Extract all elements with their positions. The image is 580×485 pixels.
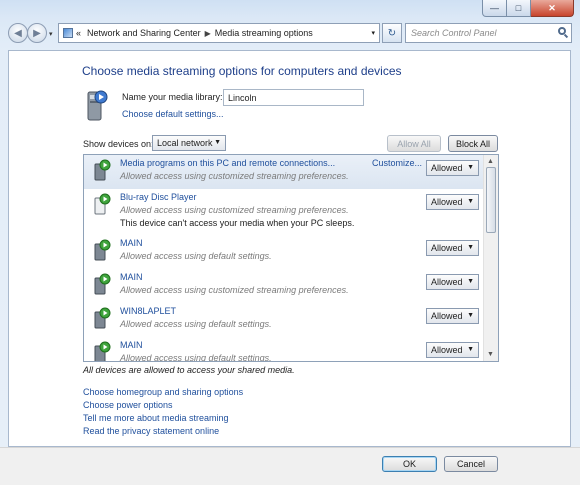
device-row[interactable]: Media programs on this PC and remote con… bbox=[84, 155, 485, 189]
homegroup-sharing-link[interactable]: Choose homegroup and sharing options bbox=[83, 387, 243, 397]
device-row[interactable]: MAIN Allowed access using customized str… bbox=[84, 269, 485, 303]
pc-device-icon bbox=[94, 341, 111, 361]
close-button[interactable]: ✕ bbox=[531, 0, 574, 17]
device-status: Allowed access using customized streamin… bbox=[120, 285, 349, 295]
pc-device-icon bbox=[94, 273, 111, 295]
device-access-value: Allowed bbox=[431, 311, 463, 321]
chevron-down-icon: ▼ bbox=[467, 346, 474, 353]
device-name[interactable]: WIN8LAPLET bbox=[120, 306, 176, 316]
library-name-label: Name your media library: bbox=[122, 92, 223, 102]
chevron-down-icon: ▼ bbox=[467, 244, 474, 251]
address-bar[interactable]: « Network and Sharing Center ▶ Media str… bbox=[58, 23, 380, 43]
media-device-icon bbox=[94, 159, 111, 181]
chevron-down-icon: ▼ bbox=[214, 139, 221, 146]
recent-pages-dropdown[interactable]: ▾ bbox=[49, 30, 53, 38]
ok-button[interactable]: OK bbox=[382, 456, 437, 472]
device-row[interactable]: Blu-ray Disc Player Allowed access using… bbox=[84, 189, 485, 235]
choose-default-settings-link[interactable]: Choose default settings... bbox=[122, 109, 224, 119]
chevron-down-icon: ▼ bbox=[467, 278, 474, 285]
block-all-button[interactable]: Block All bbox=[448, 135, 498, 152]
breadcrumb-media-streaming[interactable]: Media streaming options bbox=[215, 28, 313, 38]
scroll-up-icon[interactable]: ▲ bbox=[487, 158, 494, 165]
media-library-icon bbox=[87, 90, 108, 121]
show-devices-label: Show devices on: bbox=[83, 139, 154, 149]
device-status: Allowed access using default settings. bbox=[120, 319, 272, 329]
device-list-scrollbar[interactable]: ▲ ▼ bbox=[483, 155, 498, 361]
bluray-device-icon bbox=[94, 193, 111, 215]
device-access-value: Allowed bbox=[431, 277, 463, 287]
device-status: Allowed access using customized streamin… bbox=[120, 171, 349, 181]
search-placeholder: Search Control Panel bbox=[411, 28, 497, 38]
control-panel-icon bbox=[63, 28, 73, 38]
forward-button[interactable]: ▶ bbox=[27, 23, 47, 43]
device-access-value: Allowed bbox=[431, 345, 463, 355]
device-status: Allowed access using customized streamin… bbox=[120, 205, 349, 215]
device-access-select[interactable]: Allowed ▼ bbox=[426, 342, 479, 358]
show-devices-select[interactable]: Local network ▼ bbox=[152, 135, 226, 151]
show-devices-value: Local network bbox=[157, 138, 213, 148]
pc-device-icon bbox=[94, 307, 111, 329]
search-input[interactable]: Search Control Panel bbox=[405, 23, 572, 43]
allow-all-button[interactable]: Allow All bbox=[387, 135, 441, 152]
media-streaming-window: — □ ✕ ◀ ▶ ▾ « Network and Sharing Center… bbox=[0, 0, 580, 485]
device-name[interactable]: MAIN bbox=[120, 238, 143, 248]
search-icon[interactable] bbox=[558, 27, 566, 35]
device-row[interactable]: MAIN Allowed access using default settin… bbox=[84, 337, 485, 362]
device-list: Media programs on this PC and remote con… bbox=[83, 154, 499, 362]
scrollbar-thumb[interactable] bbox=[486, 167, 496, 233]
access-summary: All devices are allowed to access your s… bbox=[83, 365, 295, 375]
media-streaming-help-link[interactable]: Tell me more about media streaming bbox=[83, 413, 229, 423]
refresh-button[interactable]: ↻ bbox=[382, 23, 402, 43]
page-title: Choose media streaming options for compu… bbox=[82, 64, 402, 78]
maximize-button[interactable]: □ bbox=[507, 0, 531, 17]
caption-buttons: — □ ✕ bbox=[482, 0, 574, 17]
chevron-down-icon: ▼ bbox=[467, 198, 474, 205]
device-access-select[interactable]: Allowed ▼ bbox=[426, 194, 479, 210]
minimize-button[interactable]: — bbox=[482, 0, 507, 17]
breadcrumb-network-sharing[interactable]: Network and Sharing Center bbox=[87, 28, 201, 38]
chevron-down-icon: ▼ bbox=[467, 164, 474, 171]
device-name[interactable]: Media programs on this PC and remote con… bbox=[120, 158, 335, 168]
device-access-value: Allowed bbox=[431, 243, 463, 253]
chevron-down-icon: ▼ bbox=[467, 312, 474, 319]
breadcrumb-separator-icon[interactable]: ▶ bbox=[205, 29, 211, 38]
power-options-link[interactable]: Choose power options bbox=[83, 400, 173, 410]
privacy-statement-link[interactable]: Read the privacy statement online bbox=[83, 426, 219, 436]
device-name[interactable]: Blu-ray Disc Player bbox=[120, 192, 197, 202]
device-access-value: Allowed bbox=[431, 197, 463, 207]
scroll-down-icon[interactable]: ▼ bbox=[487, 351, 494, 358]
device-status: Allowed access using default settings. bbox=[120, 251, 272, 261]
breadcrumb-overflow[interactable]: « bbox=[76, 28, 81, 38]
content-panel: Choose media streaming options for compu… bbox=[8, 50, 571, 447]
back-button[interactable]: ◀ bbox=[8, 23, 28, 43]
device-access-select[interactable]: Allowed ▼ bbox=[426, 308, 479, 324]
device-row[interactable]: MAIN Allowed access using default settin… bbox=[84, 235, 485, 269]
cancel-button[interactable]: Cancel bbox=[444, 456, 498, 472]
library-name-input[interactable]: Lincoln bbox=[223, 89, 364, 106]
pc-device-icon bbox=[94, 239, 111, 261]
device-access-value: Allowed bbox=[431, 163, 463, 173]
device-name[interactable]: MAIN bbox=[120, 272, 143, 282]
customize-link[interactable]: Customize... bbox=[372, 158, 422, 168]
address-dropdown-icon[interactable]: ▾ bbox=[371, 29, 375, 37]
device-access-select[interactable]: Allowed ▼ bbox=[426, 160, 479, 176]
device-access-select[interactable]: Allowed ▼ bbox=[426, 240, 479, 256]
device-row[interactable]: WIN8LAPLET Allowed access using default … bbox=[84, 303, 485, 337]
device-status: Allowed access using default settings. bbox=[120, 353, 272, 362]
device-sleep-note: This device can't access your media when… bbox=[120, 218, 355, 228]
device-name[interactable]: MAIN bbox=[120, 340, 143, 350]
device-access-select[interactable]: Allowed ▼ bbox=[426, 274, 479, 290]
